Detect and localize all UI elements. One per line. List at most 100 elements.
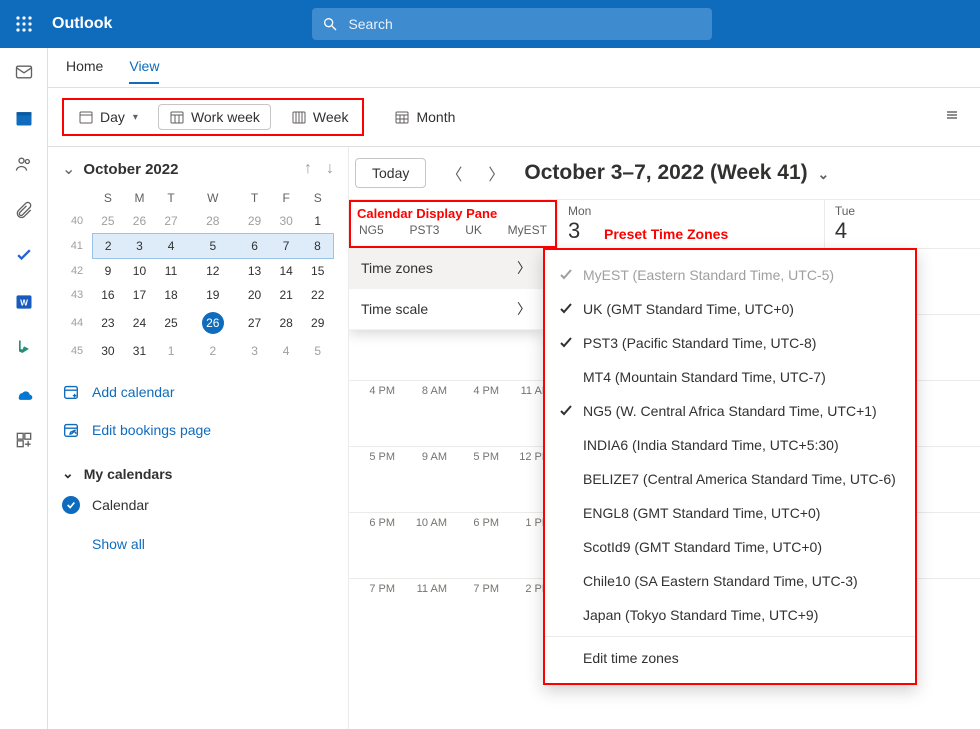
- minical-day[interactable]: 31: [124, 339, 156, 363]
- rail-people-icon[interactable]: [14, 154, 34, 174]
- tz-menu-item[interactable]: ScotId9 (GMT Standard Time, UTC+0): [545, 530, 915, 564]
- minical-day[interactable]: 19: [187, 283, 239, 307]
- calendar-checkbox[interactable]: [62, 496, 80, 514]
- minical-day[interactable]: 13: [239, 259, 271, 284]
- prev-week-button[interactable]: 〈: [440, 157, 468, 189]
- time-grid[interactable]: Time zones 〉 Time scale 〉 MyEST (Eastern…: [349, 248, 980, 729]
- search-input[interactable]: Search: [312, 8, 712, 40]
- calendar-item[interactable]: Calendar: [62, 496, 334, 514]
- minical-day[interactable]: 25: [92, 209, 124, 234]
- tz-menu-edit[interactable]: Edit time zones: [545, 641, 915, 675]
- show-all-button[interactable]: Show all: [92, 536, 334, 552]
- rail-todo-icon[interactable]: [14, 246, 34, 266]
- minical-day[interactable]: 16: [92, 283, 124, 307]
- minical-day[interactable]: 28: [187, 209, 239, 234]
- minical-day[interactable]: 10: [124, 259, 156, 284]
- flyout-timescale[interactable]: Time scale 〉: [349, 289, 543, 330]
- tz-label: UK: [465, 223, 482, 237]
- minical-day[interactable]: 7: [270, 234, 302, 259]
- flyout-timezones-label: Time zones: [361, 260, 433, 276]
- tz-menu-item[interactable]: BELIZE7 (Central America Standard Time, …: [545, 462, 915, 496]
- tz-menu-item[interactable]: UK (GMT Standard Time, UTC+0): [545, 292, 915, 326]
- minical-prev-button[interactable]: ↑: [304, 160, 312, 178]
- minical-day[interactable]: 8: [302, 234, 334, 259]
- rail-calendar-icon[interactable]: [14, 108, 34, 128]
- tz-menu-item[interactable]: INDIA6 (India Standard Time, UTC+5:30): [545, 428, 915, 462]
- minical-day[interactable]: 5: [302, 339, 334, 363]
- view-day-button[interactable]: Day ▾: [68, 104, 148, 130]
- rail-bing-icon[interactable]: [14, 338, 34, 358]
- flyout-timescale-label: Time scale: [361, 301, 428, 317]
- minical-day[interactable]: 1: [155, 339, 187, 363]
- minical-day[interactable]: 2: [92, 234, 124, 259]
- minical-day[interactable]: 25: [155, 307, 187, 339]
- view-month-label: Month: [416, 109, 455, 125]
- tz-menu-item[interactable]: Japan (Tokyo Standard Time, UTC+9): [545, 598, 915, 632]
- minical-day[interactable]: 1: [302, 209, 334, 234]
- minical-day[interactable]: 22: [302, 283, 334, 307]
- rail-word-icon[interactable]: W: [14, 292, 34, 312]
- minical-day[interactable]: 9: [92, 259, 124, 284]
- minical-day[interactable]: 26: [187, 307, 239, 339]
- app-launcher-button[interactable]: [0, 15, 48, 33]
- rail-files-icon[interactable]: [14, 200, 34, 220]
- minical-next-button[interactable]: ↓: [326, 160, 334, 178]
- minical-day[interactable]: 26: [124, 209, 156, 234]
- flyout-timezones[interactable]: Time zones 〉: [349, 248, 543, 289]
- minical-day[interactable]: 4: [155, 234, 187, 259]
- view-week-button[interactable]: Week: [281, 104, 359, 130]
- view-workweek-button[interactable]: Work week: [158, 104, 271, 130]
- minical-day[interactable]: 24: [124, 307, 156, 339]
- minical-day[interactable]: 28: [270, 307, 302, 339]
- minical-day[interactable]: 30: [92, 339, 124, 363]
- minical-day[interactable]: 15: [302, 259, 334, 284]
- rail-onedrive-icon[interactable]: [14, 384, 34, 404]
- minical-day[interactable]: 30: [270, 209, 302, 234]
- month-icon: [394, 109, 410, 125]
- tz-menu-item[interactable]: NG5 (W. Central Africa Standard Time, UT…: [545, 394, 915, 428]
- ribbon-overflow-button[interactable]: [944, 107, 966, 128]
- minical-day[interactable]: 20: [239, 283, 271, 307]
- my-calendars-toggle[interactable]: ⌄ My calendars: [62, 465, 334, 482]
- minical-day[interactable]: 27: [239, 307, 271, 339]
- minical-day[interactable]: 3: [124, 234, 156, 259]
- rail-more-apps-icon[interactable]: [14, 430, 34, 450]
- next-week-button[interactable]: 〉: [482, 157, 510, 189]
- minical-day[interactable]: 29: [239, 209, 271, 234]
- view-month-button[interactable]: Month: [384, 105, 465, 129]
- day-header-mon[interactable]: Mon 3 Preset Time Zones: [557, 200, 824, 248]
- minical-day[interactable]: 29: [302, 307, 334, 339]
- date-range-button[interactable]: October 3–7, 2022 (Week 41) ⌄: [524, 161, 829, 185]
- tz-menu-item[interactable]: Chile10 (SA Eastern Standard Time, UTC-3…: [545, 564, 915, 598]
- minical-day[interactable]: 4: [270, 339, 302, 363]
- edit-bookings-label: Edit bookings page: [92, 422, 211, 438]
- edit-bookings-button[interactable]: Edit bookings page: [62, 421, 334, 439]
- tz-menu-item[interactable]: MT4 (Mountain Standard Time, UTC-7): [545, 360, 915, 394]
- tz-menu-item[interactable]: ENGL8 (GMT Standard Time, UTC+0): [545, 496, 915, 530]
- rail-mail-icon[interactable]: [14, 62, 34, 82]
- tz-menu-item[interactable]: PST3 (Pacific Standard Time, UTC-8): [545, 326, 915, 360]
- today-button[interactable]: Today: [355, 158, 426, 188]
- add-calendar-button[interactable]: Add calendar: [62, 383, 334, 401]
- minical-day[interactable]: 14: [270, 259, 302, 284]
- minical-day[interactable]: 18: [155, 283, 187, 307]
- minical-day[interactable]: 21: [270, 283, 302, 307]
- minical-day[interactable]: 23: [92, 307, 124, 339]
- day-icon: [78, 109, 94, 125]
- day-header-tue[interactable]: Tue 4: [824, 200, 980, 248]
- minical-day[interactable]: 17: [124, 283, 156, 307]
- tab-home[interactable]: Home: [66, 58, 103, 82]
- minical-day[interactable]: 27: [155, 209, 187, 234]
- mini-calendar[interactable]: SMTWTFS402526272829301412345678429101112…: [62, 187, 334, 363]
- minical-day[interactable]: 12: [187, 259, 239, 284]
- minical-day[interactable]: 2: [187, 339, 239, 363]
- tab-view[interactable]: View: [129, 58, 159, 84]
- minical-day[interactable]: 6: [239, 234, 271, 259]
- minical-day[interactable]: 3: [239, 339, 271, 363]
- bookings-icon: [62, 421, 80, 439]
- time-label: 8 AM: [401, 381, 453, 446]
- minical-day[interactable]: 5: [187, 234, 239, 259]
- annotation-preset-time-zones: Preset Time Zones: [604, 226, 728, 242]
- minical-day[interactable]: 11: [155, 259, 187, 284]
- minical-collapse-button[interactable]: ⌄: [62, 159, 75, 179]
